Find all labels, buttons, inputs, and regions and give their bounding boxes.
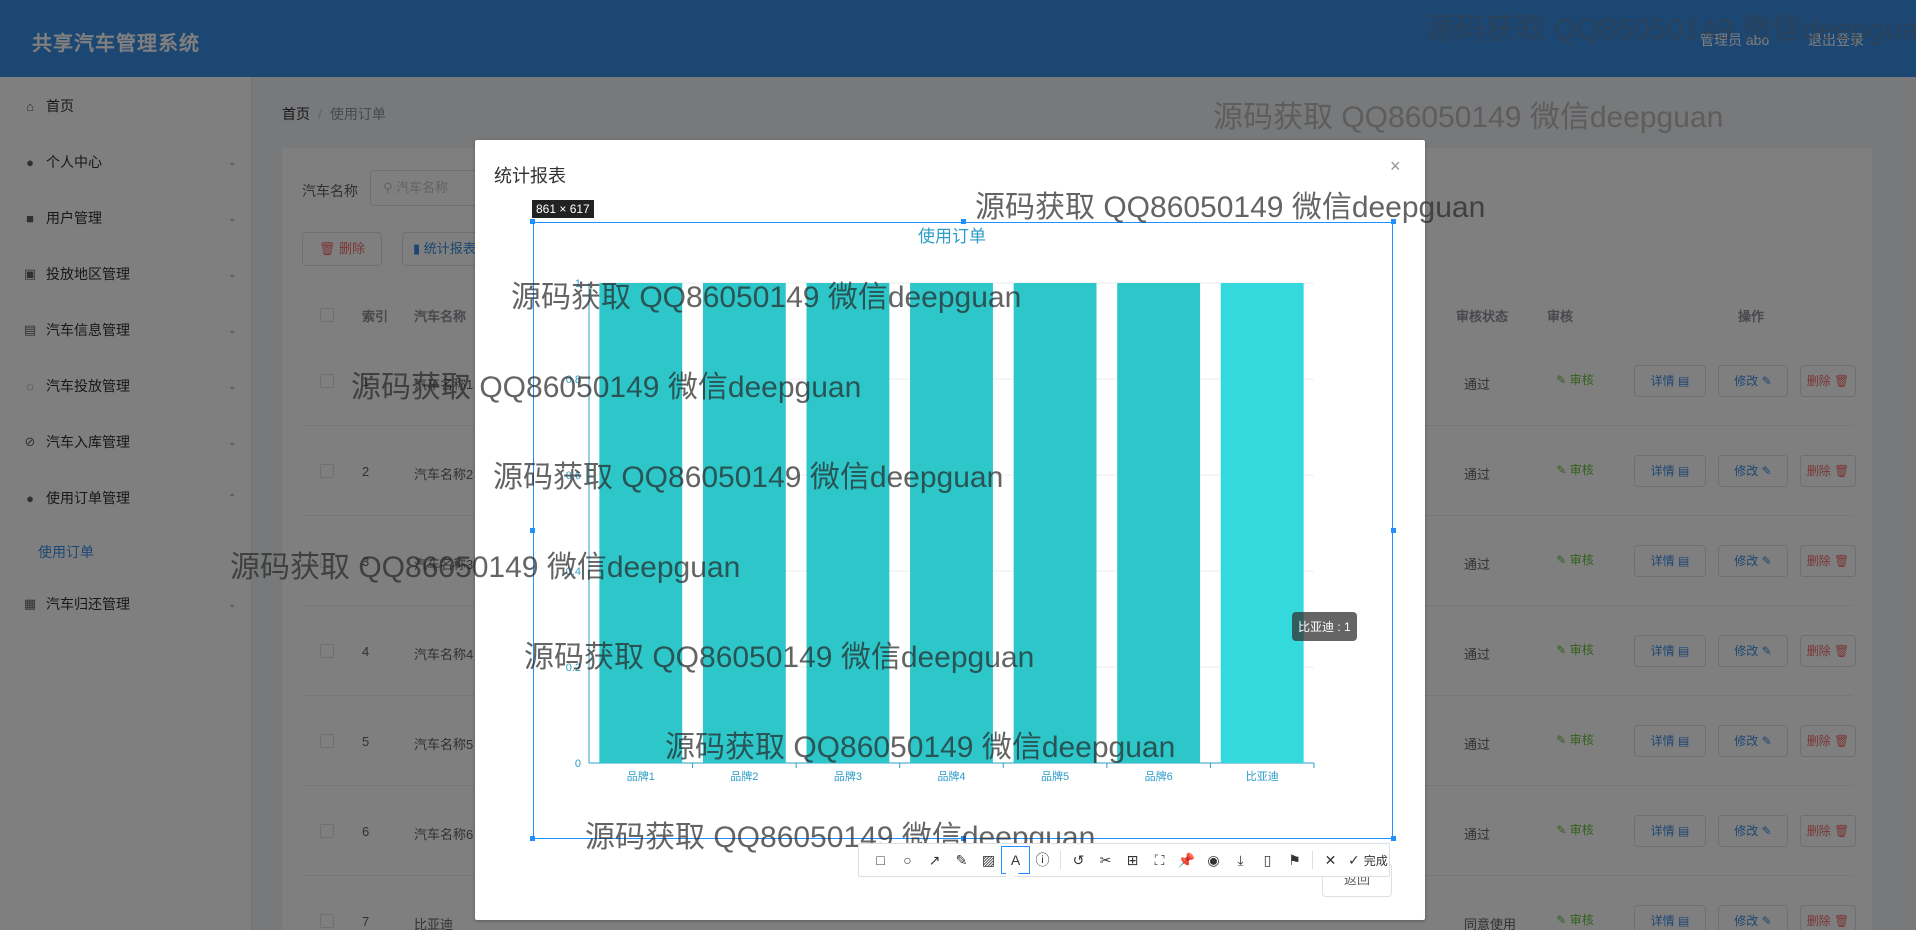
y-tick-label: 0.2 bbox=[566, 662, 581, 674]
resize-handle[interactable] bbox=[530, 219, 535, 224]
resize-handle[interactable] bbox=[961, 836, 966, 841]
bar[interactable] bbox=[599, 283, 683, 763]
record-icon[interactable]: ◉ bbox=[1200, 847, 1227, 873]
x-tick-label: 品牌4 bbox=[937, 769, 965, 783]
phone-icon[interactable]: ▯ bbox=[1254, 847, 1281, 873]
long-capture-icon[interactable]: ⛶ bbox=[1146, 847, 1173, 873]
pin-icon[interactable]: 📌 bbox=[1173, 847, 1200, 873]
resize-handle[interactable] bbox=[1391, 219, 1396, 224]
resize-handle[interactable] bbox=[530, 528, 535, 533]
pencil-icon[interactable]: ✎ bbox=[948, 847, 975, 873]
selection-size-label: 861 × 617 bbox=[532, 200, 594, 218]
bar[interactable] bbox=[910, 283, 993, 763]
download-icon[interactable]: ⤓ bbox=[1227, 847, 1254, 873]
bar[interactable] bbox=[806, 283, 890, 763]
x-tick-label: 品牌5 bbox=[1041, 769, 1069, 783]
bar[interactable] bbox=[702, 283, 786, 763]
bookmark-icon[interactable]: ⚑ bbox=[1281, 847, 1308, 873]
x-tick-label: 品牌6 bbox=[1145, 769, 1173, 783]
y-tick-label: 0.6 bbox=[566, 470, 581, 482]
y-tick-label: 0 bbox=[575, 758, 581, 770]
close-icon[interactable]: × bbox=[1390, 156, 1401, 177]
capture-toolbar: □ ○ ↗ ✎ ▨ A ⓘ ↺ ✂ ⊞ ⛶ 📌 ◉ ⤓ ▯ ⚑ ✕ ✓ 完成 bbox=[858, 843, 1390, 877]
dialog-title: 统计报表 bbox=[494, 166, 566, 186]
close-icon[interactable]: ✕ bbox=[1317, 847, 1344, 873]
number-marker-icon[interactable]: ⓘ bbox=[1029, 847, 1056, 873]
rectangle-icon[interactable]: □ bbox=[867, 847, 894, 873]
mosaic-icon[interactable]: ▨ bbox=[975, 847, 1002, 873]
y-tick-label: 0.8 bbox=[566, 374, 581, 386]
translate-icon[interactable]: ⊞ bbox=[1119, 847, 1146, 873]
toolbar-divider bbox=[1060, 851, 1061, 869]
check-icon: ✓ bbox=[1348, 851, 1360, 868]
done-button[interactable]: ✓ 完成 bbox=[1348, 852, 1388, 869]
x-tick-label: 品牌2 bbox=[730, 769, 758, 783]
chart-title: 使用订单 bbox=[918, 226, 986, 246]
x-tick-label: 品牌3 bbox=[834, 769, 862, 783]
toolbar-divider bbox=[1312, 851, 1313, 869]
y-tick-label: 0.4 bbox=[566, 566, 581, 578]
x-tick-label: 品牌1 bbox=[627, 769, 655, 783]
undo-icon[interactable]: ↺ bbox=[1065, 847, 1092, 873]
capture-selection[interactable]: 使用订单 品牌1 品牌2 品牌3 品牌4 品牌5 品牌6 比亚迪 0 0.2 0.4 0.6 0.8… bbox=[533, 222, 1393, 839]
x-tick-label: 比亚迪 bbox=[1246, 770, 1279, 783]
ellipse-icon[interactable]: ○ bbox=[894, 847, 921, 873]
bar-chart: 使用订单 品牌1 品牌2 品牌3 品牌4 品牌5 品牌6 比亚迪 0 0.2 0.4 0.6 0.8… bbox=[566, 226, 1315, 783]
arrow-icon[interactable]: ↗ bbox=[921, 847, 948, 873]
resize-handle[interactable] bbox=[530, 836, 535, 841]
bar[interactable] bbox=[1013, 283, 1097, 763]
scissors-icon[interactable]: ✂ bbox=[1092, 847, 1119, 873]
resize-handle[interactable] bbox=[961, 219, 966, 224]
y-tick-label: 1 bbox=[575, 278, 581, 290]
bar[interactable] bbox=[1220, 283, 1304, 763]
bar[interactable] bbox=[1117, 283, 1201, 763]
chart-tooltip: 比亚迪 : 1 bbox=[1292, 612, 1357, 641]
resize-handle[interactable] bbox=[1391, 836, 1396, 841]
resize-handle[interactable] bbox=[1391, 528, 1396, 533]
